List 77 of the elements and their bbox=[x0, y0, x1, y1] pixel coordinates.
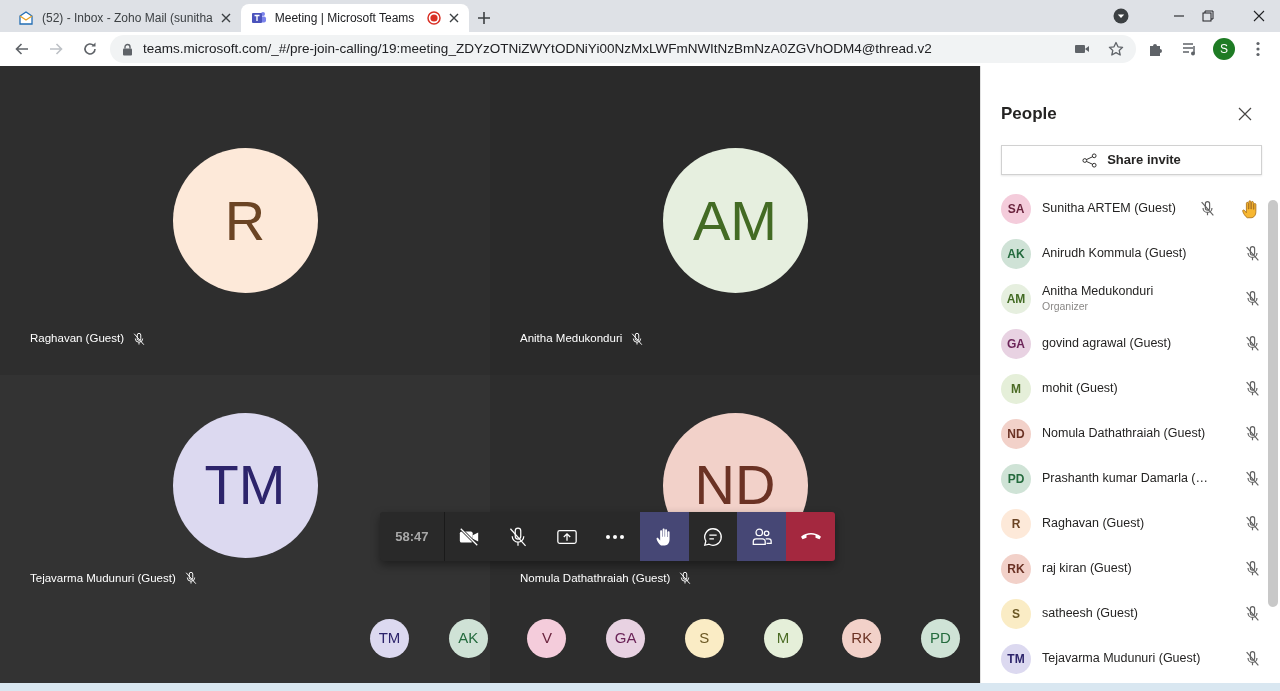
toolbar-button[interactable] bbox=[639, 512, 689, 561]
participant-row[interactable]: AM Anitha Medukonduri Organizer bbox=[1001, 276, 1261, 321]
lock-icon bbox=[122, 42, 133, 56]
participant-row[interactable]: GA govind agrawal (Guest) bbox=[1001, 321, 1261, 366]
share-icon bbox=[1082, 152, 1098, 168]
avatar: PD bbox=[1001, 463, 1031, 494]
video-camera-icon[interactable] bbox=[1074, 43, 1090, 55]
hang-up-icon bbox=[800, 533, 821, 540]
dropdown-icon[interactable] bbox=[1113, 8, 1129, 24]
participant-row[interactable]: SA Sunitha ARTEM (Guest) bbox=[1001, 186, 1261, 231]
participant-name: Prashanth kumar Damarla (… bbox=[1042, 470, 1209, 485]
teams-icon bbox=[250, 10, 267, 26]
participant-role: Organizer bbox=[1042, 299, 1090, 313]
panel-title: People bbox=[1001, 103, 1057, 126]
participant-name: Tejavarma Mudunuri (Guest) bbox=[1042, 650, 1201, 665]
participant-row[interactable]: R Raghavan (Guest) bbox=[1001, 501, 1261, 546]
participant-row[interactable]: S satheesh (Guest) bbox=[1001, 591, 1261, 636]
participant-row[interactable]: RK raj kiran (Guest) bbox=[1001, 546, 1261, 591]
participant-name: satheesh (Guest) bbox=[1042, 605, 1138, 620]
avatar: S bbox=[1001, 598, 1031, 629]
maximize-icon[interactable] bbox=[1202, 10, 1214, 22]
avatar: AK bbox=[1001, 238, 1031, 269]
puzzle-icon[interactable] bbox=[1148, 41, 1164, 57]
star-icon[interactable] bbox=[1108, 41, 1124, 57]
back-icon[interactable] bbox=[14, 41, 30, 57]
browser-tab[interactable]: (52) - Inbox - Zoho Mail (sunitha bbox=[8, 4, 241, 32]
avatar: SA bbox=[1001, 193, 1031, 224]
close-icon[interactable] bbox=[1238, 107, 1252, 121]
media-list-icon[interactable] bbox=[1182, 41, 1198, 57]
participant-row[interactable]: TM Tejavarma Mudunuri (Guest) bbox=[1001, 636, 1261, 681]
profile-avatar[interactable]: S bbox=[1213, 38, 1235, 60]
tab-title: Meeting | Microsoft Teams bbox=[274, 10, 416, 27]
participant-name: govind agrawal (Guest) bbox=[1042, 335, 1172, 350]
avatar: M bbox=[1001, 373, 1031, 404]
avatar: AM bbox=[1001, 283, 1031, 314]
share-invite-button[interactable]: Share invite bbox=[1001, 145, 1262, 175]
participant-name: Anitha Medukonduri bbox=[1042, 284, 1155, 300]
camera-off-icon bbox=[458, 525, 481, 548]
reload-icon[interactable] bbox=[82, 41, 98, 57]
avatar: TM bbox=[1001, 643, 1031, 674]
chat-icon bbox=[702, 525, 724, 548]
avatar: ND bbox=[1001, 418, 1031, 449]
avatar: R bbox=[1001, 508, 1031, 539]
participant-row[interactable]: AK Anirudh Kommula (Guest) bbox=[1001, 231, 1261, 276]
new-tab-icon[interactable] bbox=[476, 11, 491, 25]
kebab-menu-icon[interactable] bbox=[1256, 41, 1260, 57]
address-bar[interactable]: teams.microsoft.com/_#/pre-join-calling/19:meeting_ZDYzOTNiZWYtODNiYi00NzMxLWFmNWItNzBmNzA0ZGVhODM4@thread.v2 bbox=[110, 35, 1136, 63]
participant-name: Raghavan (Guest) bbox=[1042, 515, 1145, 530]
participant-name: Anitha Medukonduri bbox=[520, 331, 623, 347]
toolbar-button[interactable] bbox=[737, 512, 787, 561]
participant-name: raj kiran (Guest) bbox=[1042, 560, 1132, 575]
participant-name: Nomula Dathathraiah (Guest) bbox=[520, 570, 671, 586]
envelope-icon bbox=[18, 10, 34, 26]
avatar: R bbox=[172, 148, 318, 293]
avatar: RK bbox=[1001, 553, 1031, 584]
avatar: GA bbox=[1001, 328, 1031, 359]
avatar: TM bbox=[172, 412, 318, 558]
participant-name: Nomula Dathathraiah (Guest) bbox=[1042, 425, 1206, 440]
participant-name: Sunitha ARTEM (Guest) bbox=[1042, 200, 1176, 215]
close-icon[interactable] bbox=[220, 13, 231, 23]
avatar: AM bbox=[662, 148, 808, 293]
participant-name: Raghavan (Guest) bbox=[30, 331, 124, 347]
participant-row[interactable]: ND Nomula Dathathraiah (Guest) bbox=[1001, 411, 1261, 456]
participant-row[interactable]: M mohit (Guest) bbox=[1001, 366, 1261, 411]
hang-up-button[interactable] bbox=[786, 512, 835, 561]
tab-title: (52) - Inbox - Zoho Mail (sunitha bbox=[42, 10, 213, 27]
participant-row[interactable]: PD Prashanth kumar Damarla (… bbox=[1001, 456, 1261, 501]
close-icon[interactable] bbox=[1253, 10, 1265, 22]
more-icon bbox=[606, 534, 625, 539]
browser-tab[interactable]: Meeting | Microsoft Teams bbox=[240, 4, 469, 32]
close-icon[interactable] bbox=[448, 13, 459, 23]
url-text: teams.microsoft.com/_#/pre-join-calling/19:meeting_ZDYzOTNiZWYtODNiYi00NzMxLWFmNWItNzBmNzA0ZGVhODM4@thread.v2 bbox=[143, 39, 933, 58]
participant-name: Tejavarma Mudunuri (Guest) bbox=[30, 570, 176, 586]
participant-name: mohit (Guest) bbox=[1042, 380, 1118, 395]
call-timer: 58:47 bbox=[380, 512, 445, 561]
scrollbar[interactable] bbox=[1268, 200, 1278, 607]
participant-name: Anirudh Kommula (Guest) bbox=[1042, 245, 1187, 260]
